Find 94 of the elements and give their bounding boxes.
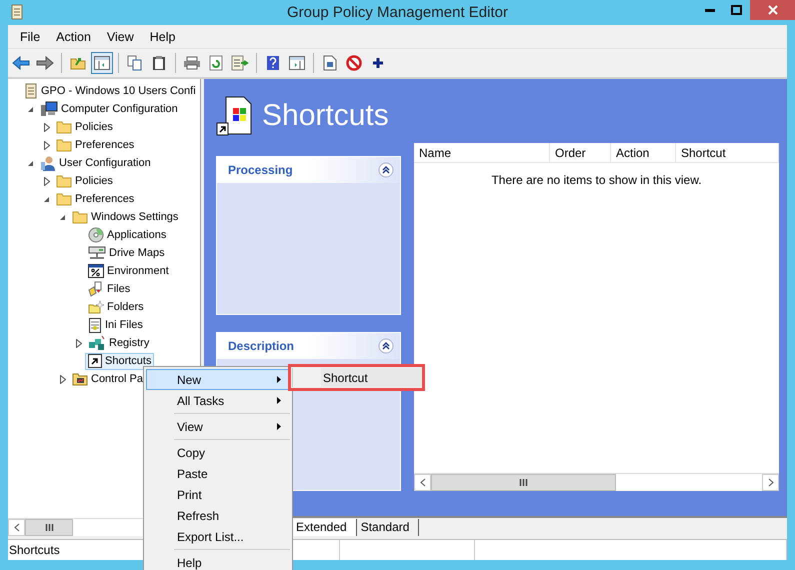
tree-item[interactable]: User Configuration: [37, 154, 154, 172]
tree-item[interactable]: Ini Files: [85, 316, 146, 334]
refresh-icon: [209, 55, 223, 71]
computer-icon: [40, 101, 58, 117]
plus-icon: [372, 57, 384, 69]
chevron-right-icon[interactable]: [768, 478, 774, 487]
menu-item[interactable]: Refresh: [146, 505, 290, 526]
expanded-triangle-icon[interactable]: [27, 160, 34, 166]
grip-icon: [519, 479, 528, 486]
column-header[interactable]: Name: [414, 143, 550, 162]
collapsed-triangle-icon[interactable]: [44, 122, 50, 132]
menu-item[interactable]: Shortcut: [292, 368, 421, 387]
tree-item[interactable]: Applications: [85, 226, 170, 244]
menu-item[interactable]: Print: [146, 484, 290, 505]
collapsed-triangle-icon[interactable]: [76, 338, 82, 348]
folder-icon: [56, 174, 72, 188]
collapsed-triangle-icon[interactable]: [44, 140, 50, 150]
tree-item[interactable]: Policies: [53, 118, 116, 136]
tree-item[interactable]: Computer Configuration: [37, 100, 181, 118]
menu-item[interactable]: Help: [142, 30, 184, 44]
tree-item[interactable]: Folders: [85, 298, 147, 316]
tree-item[interactable]: Drive Maps: [85, 244, 168, 262]
menu-item[interactable]: View: [98, 30, 142, 44]
tree-item[interactable]: Windows Settings: [69, 208, 182, 226]
folder-icon: [56, 120, 72, 134]
panel-title: Processing: [228, 163, 293, 177]
document-icon: [323, 55, 337, 71]
expanded-triangle-icon[interactable]: [59, 214, 66, 220]
menu-item[interactable]: New: [146, 369, 290, 390]
window-title: Group Policy Management Editor: [287, 4, 508, 21]
chevron-left-icon[interactable]: [14, 523, 20, 532]
folder-icon: [56, 192, 72, 206]
collapse-chevron-icon[interactable]: [378, 162, 394, 178]
menu-item[interactable]: All Tasks: [146, 390, 290, 411]
collapsed-triangle-icon[interactable]: [44, 176, 50, 186]
scroll-icon: [24, 83, 38, 99]
page-title: Shortcuts: [262, 98, 389, 132]
menu-item[interactable]: Action: [48, 30, 99, 44]
notepad-icon: [88, 317, 102, 333]
folder-sparkle-icon: [88, 300, 104, 314]
clipboard-icon: [152, 55, 166, 71]
expanded-triangle-icon[interactable]: [27, 106, 34, 112]
tree-item[interactable]: Shortcuts: [85, 352, 154, 370]
collapsed-triangle-icon[interactable]: [60, 374, 66, 384]
printer-icon: [183, 56, 201, 70]
folder-icon: [72, 210, 88, 224]
drive-icon: [88, 245, 106, 261]
tree-item[interactable]: Files: [85, 280, 134, 298]
view-tab[interactable]: Extended: [292, 519, 357, 536]
minimize-icon: [704, 8, 714, 12]
shortcut-document-icon: [216, 96, 254, 136]
percent-window-icon: [88, 264, 104, 278]
scroll-icon: [10, 4, 24, 20]
user-icon: [40, 155, 56, 171]
help-icon: [266, 55, 280, 71]
menu-item[interactable]: View: [146, 416, 290, 437]
export-list-icon: [231, 55, 249, 71]
disc-icon: [88, 227, 104, 243]
close-icon: [768, 5, 778, 15]
chevron-left-icon[interactable]: [420, 478, 426, 487]
toolbar-button[interactable]: [91, 52, 113, 74]
column-header[interactable]: Order: [550, 143, 611, 162]
column-header[interactable]: Action: [611, 143, 676, 162]
maximize-icon: [731, 5, 742, 15]
forward-arrow-icon: [36, 56, 54, 70]
tree-item[interactable]: Environment: [85, 262, 172, 280]
column-header[interactable]: Shortcut: [676, 143, 779, 162]
view-tab[interactable]: Standard: [356, 519, 420, 536]
tree-item[interactable]: Preferences: [53, 190, 138, 208]
collapse-chevron-icon[interactable]: [378, 338, 394, 354]
tree-item[interactable]: Registry: [85, 334, 152, 352]
panel-title: Description: [228, 339, 294, 353]
panel-window-icon: [94, 56, 110, 70]
menu-item[interactable]: Copy: [146, 442, 290, 463]
menu-item[interactable]: Paste: [146, 463, 290, 484]
close-button[interactable]: [750, 0, 795, 20]
empty-message: There are no items to show in this view.: [491, 173, 702, 187]
copy-icon: [127, 55, 143, 71]
cubes-icon: [88, 335, 106, 351]
tree-item[interactable]: GPO - Windows 10 Users Confi: [21, 82, 199, 100]
expanded-triangle-icon[interactable]: [43, 196, 50, 202]
folder-icon: [56, 138, 72, 152]
stop-icon: [346, 55, 362, 71]
horizontal-scrollbar[interactable]: [414, 473, 779, 491]
panel-window-icon: [289, 56, 305, 70]
folder-up-icon: [70, 56, 86, 70]
files-icon: [88, 281, 104, 297]
control-panel-folder-icon: [72, 372, 88, 386]
grip-icon: [44, 524, 54, 531]
tree-item[interactable]: Policies: [53, 172, 116, 190]
tree-item[interactable]: Control Pa: [69, 370, 146, 388]
back-arrow-icon: [12, 56, 30, 70]
menu-item[interactable]: File: [12, 30, 48, 44]
tree-item[interactable]: Preferences: [53, 136, 138, 154]
